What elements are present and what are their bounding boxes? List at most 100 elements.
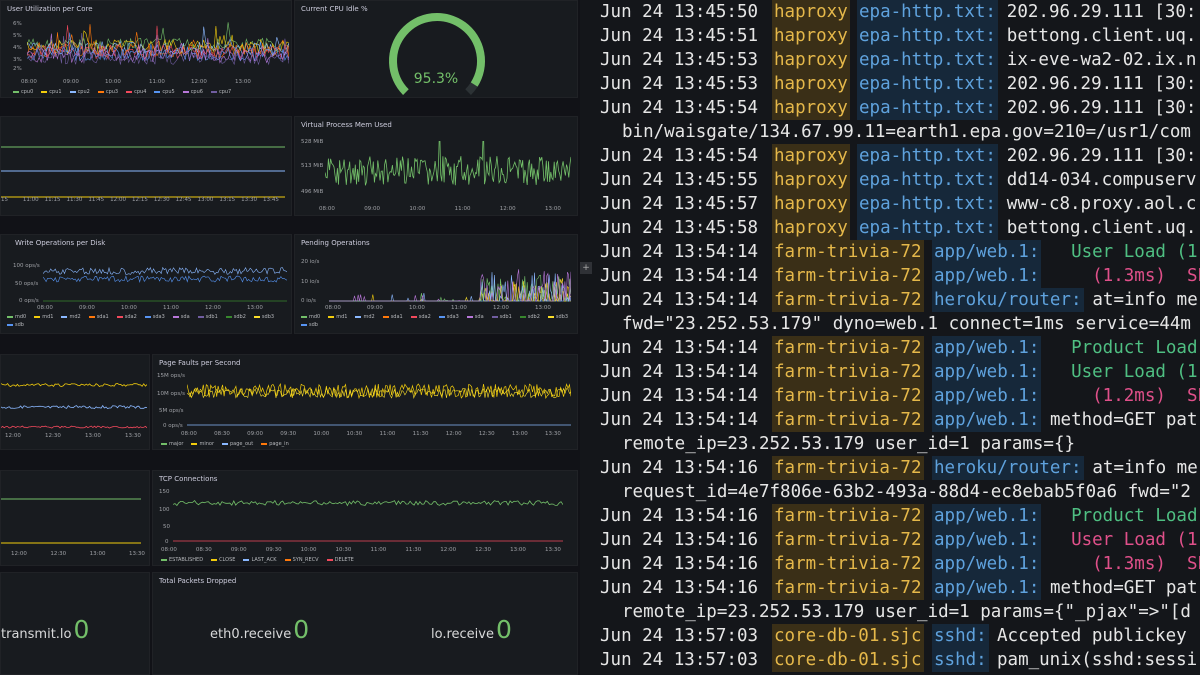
panel-tcp-connections[interactable]: TCP Connections 150 100 50 0 08:00 08:30 0… [152,470,578,566]
series-line [43,266,287,275]
chart-legend[interactable]: ESTABLISHED CLOSE LAST_ACK SYN_RECV DELETE [161,557,354,563]
legend-item[interactable]: CLOSE [211,557,235,563]
panel-title: User Utilization per Core [7,5,93,13]
legend-item[interactable]: md0 [7,314,26,320]
series-line [1,383,147,387]
stat-value: 0 [495,615,512,644]
log-process: farm-trivia-72 [772,288,924,312]
log-process: farm-trivia-72 [772,576,924,600]
legend-label: cpu1 [49,89,62,95]
legend-item[interactable]: cpu3 [97,89,118,95]
legend-item[interactable]: sdb [301,322,318,328]
x-tick: 08:00 [325,305,341,311]
panel-pending-ops[interactable]: Pending Operations 20 io/s 10 io/s 0 io/… [294,234,578,334]
legend-label: minor [199,441,214,447]
legend-swatch [34,316,41,318]
x-tick: 09:00 [367,305,383,311]
y-tick: 2% [13,66,22,72]
legend-item[interactable]: ESTABLISHED [161,557,203,563]
legend-item[interactable]: LAST_ACK [243,557,277,563]
y-tick: 513 MiB [301,163,324,169]
chart-legend[interactable]: md0 md1 md2 sda1 sda2 sda3 sda sdb1 sdb2 sdb3 sdb [7,314,283,328]
x-tick: 13:00 [85,433,101,439]
log-process: haproxy [772,144,850,168]
panel-user-utilization[interactable]: User Utilization per Core 6% 5% 4% 3% 2%… [0,0,292,98]
x-tick: 08:00 [37,305,53,311]
legend-item[interactable]: sdb3 [547,314,568,320]
legend-swatch [161,559,167,561]
x-tick: 09:30 [280,431,297,437]
legend-item[interactable]: sdb3 [253,314,274,320]
y-tick: 20 io/s [301,259,320,265]
legend-item[interactable]: sdb2 [225,314,246,320]
legend-item[interactable]: md2 [61,314,81,320]
plus-icon[interactable]: + [580,262,592,274]
chart-legend[interactable]: md0 md1 md2 sda1 sda2 sda3 sda sdb1 sdb2 sdb3 sdb [301,314,571,328]
panel-left-net[interactable]: 12:00 12:30 13:00 13:30 [0,354,150,450]
legend-item[interactable]: sda3 [144,314,165,320]
panel-write-ops[interactable]: Write Operations per Disk 100 ops/s 50 o… [0,234,292,334]
chart-legend[interactable]: major minor page_out page_in [161,441,289,447]
legend-item[interactable]: cpu6 [182,89,203,95]
legend-item[interactable]: cpu5 [154,89,175,95]
legend-item[interactable]: md1 [328,314,347,320]
legend-item[interactable]: md1 [34,314,53,320]
legend-item[interactable]: page_in [261,441,289,447]
legend-item[interactable]: md2 [355,314,375,320]
legend-item[interactable]: cpu1 [41,89,62,95]
legend-label: sda3 [152,314,165,320]
legend-item[interactable]: SYN_RECV [284,557,319,563]
terminal-log[interactable]: Jun 24 13:45:50 haproxy epa-http.txt: 202.9… [580,0,1200,675]
log-message: (1.2ms) SE [1050,386,1200,406]
y-tick: 10 io/s [301,279,320,285]
log-date: Jun 24 13:45:58 [600,218,759,238]
y-tick: 50 [163,524,170,530]
panel-left-tcp[interactable]: 12:00 12:30 13:00 13:30 [0,470,150,566]
panel-packets-dropped[interactable]: Total Packets Dropped eth0.receive 0 lo.… [152,572,578,675]
legend-item[interactable]: sdb1 [491,314,512,320]
legend-item[interactable]: sdb2 [519,314,540,320]
legend-label: cpu5 [162,89,175,95]
legend-item[interactable]: sda1 [382,314,403,320]
legend-item[interactable]: sdb1 [197,314,218,320]
legend-item[interactable]: cpu0 [13,89,33,95]
x-tick: 13:15 [219,197,236,203]
x-tick: 12:00 [499,206,516,212]
legend-item[interactable]: sda [466,314,484,320]
legend-label: sdb1 [205,314,218,320]
panel-cpu-idle[interactable]: Current CPU Idle % 95.3% [294,0,578,98]
legend-swatch [210,91,217,93]
x-tick: 08:30 [214,431,230,437]
legend-item[interactable]: cpu2 [69,89,90,95]
legend-item[interactable]: sda2 [410,314,431,320]
x-tick: 10:00 [105,79,121,85]
x-tick: 12:00 [445,431,462,437]
legend-item[interactable]: major [161,441,183,447]
legend-item[interactable]: cpu7 [210,89,231,95]
legend-swatch [182,91,189,93]
log-date: Jun 24 13:54:16 [600,530,759,550]
legend-item[interactable]: sda2 [116,314,137,320]
chart-legend[interactable]: cpu0 cpu1 cpu2 cpu3 cpu4 cpu5 cpu6 cpu7 [13,89,231,95]
log-tag: epa-http.txt: [857,168,998,192]
x-tick: 12:00 [493,305,509,311]
panel-packets-dropped-left[interactable]: transmit.lo 0 [0,572,150,675]
legend-item[interactable]: page_out [222,441,253,447]
legend-item[interactable]: md0 [301,314,320,320]
log-process: haproxy [772,24,850,48]
panel-virtual-mem[interactable]: Virtual Process Mem Used 528 MiB 513 MiB… [294,116,578,216]
legend-item[interactable]: DELETE [326,557,354,563]
legend-item[interactable]: sda3 [438,314,459,320]
log-message: www-c8.proxy.aol.c [1006,194,1197,214]
log-message: pam_unix(sshd:sessi [997,650,1198,670]
panel-page-faults[interactable]: Page Faults per Second 15M ops/s 10M ops… [152,354,578,450]
x-tick: 10:00 [313,431,330,437]
panel-mid-left[interactable]: 15 11:00 11:15 11:30 11:45 12:00 12:15 12:30 12:… [0,116,292,216]
x-tick: 10:30 [346,431,363,437]
legend-item[interactable]: sda [172,314,190,320]
legend-item[interactable]: sdb [7,322,24,328]
legend-item[interactable]: minor [191,441,214,447]
legend-item[interactable]: cpu4 [126,89,146,95]
legend-item[interactable]: sda1 [88,314,109,320]
x-tick: 11:00 [451,305,467,311]
